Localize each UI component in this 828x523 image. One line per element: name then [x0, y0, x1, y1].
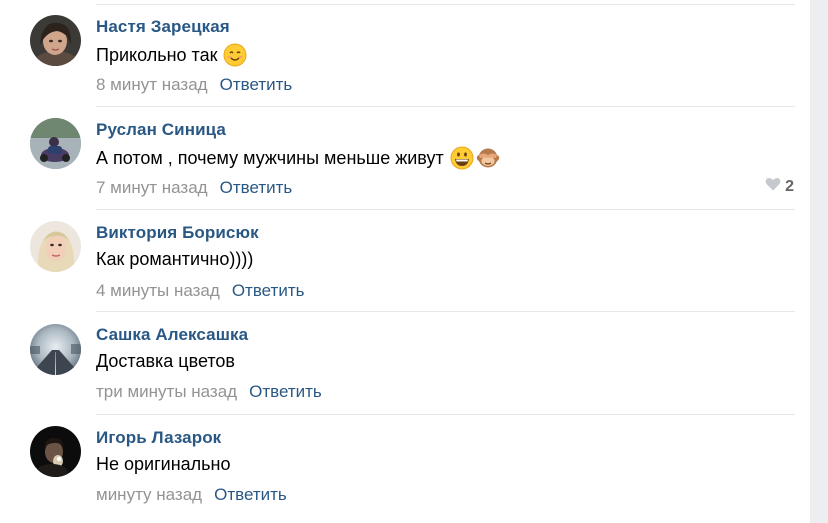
- comment-author[interactable]: Игорь Лазарок: [96, 428, 221, 448]
- like-button[interactable]: 2: [765, 177, 794, 196]
- comment-time[interactable]: три минуты назад: [96, 382, 237, 401]
- comment-meta: три минуты назад Ответить: [96, 382, 322, 402]
- page-edge: [810, 0, 828, 523]
- comment-time[interactable]: 4 минуты назад: [96, 281, 220, 300]
- comment-time[interactable]: минуту назад: [96, 485, 202, 504]
- comment-time[interactable]: 8 минут назад: [96, 75, 208, 94]
- heart-icon: [765, 177, 781, 196]
- avatar[interactable]: [30, 426, 81, 477]
- avatar[interactable]: [30, 221, 81, 272]
- comment-item: Настя Зарецкая Прикольно так 8 минут наз…: [0, 0, 810, 103]
- comment-item: Игорь Лазарок Не оригинально минуту наза…: [0, 412, 810, 515]
- avatar[interactable]: [30, 324, 81, 375]
- comment-meta: минуту назад Ответить: [96, 485, 287, 505]
- comment-text: Доставка цветов: [96, 351, 235, 371]
- reply-button[interactable]: Ответить: [220, 178, 293, 197]
- reply-button[interactable]: Ответить: [249, 382, 322, 401]
- comment-author[interactable]: Сашка Алексашка: [96, 325, 248, 345]
- comment-text-row: Прикольно так: [96, 43, 247, 67]
- comment-meta: 8 минут назад Ответить: [96, 75, 292, 95]
- reply-button[interactable]: Ответить: [214, 485, 287, 504]
- comment-item: Руслан Синица А потом , почему мужчины м…: [0, 103, 810, 206]
- grinning-face-icon: [450, 146, 474, 170]
- comment-item: Виктория Борисюк Как романтично)))) 4 ми…: [0, 206, 810, 309]
- comment-meta: 4 минуты назад Ответить: [96, 281, 304, 301]
- comment-text: Как романтично)))): [96, 249, 254, 269]
- smiling-face-icon: [223, 43, 247, 67]
- comment-author[interactable]: Настя Зарецкая: [96, 17, 230, 37]
- avatar[interactable]: [30, 118, 81, 169]
- comment-text: А потом , почему мужчины меньше живут: [96, 147, 444, 168]
- comment-time[interactable]: 7 минут назад: [96, 178, 208, 197]
- like-count: 2: [785, 177, 794, 195]
- comment-author[interactable]: Руслан Синица: [96, 120, 226, 140]
- comments-panel: Настя Зарецкая Прикольно так 8 минут наз…: [0, 0, 810, 523]
- comment-item: Сашка Алексашка Доставка цветов три мину…: [0, 309, 810, 412]
- comment-text: Прикольно так: [96, 44, 218, 65]
- comment-text-row: Доставка цветов: [96, 351, 235, 372]
- comment-text: Не оригинально: [96, 454, 231, 474]
- comment-text-row: Как романтично)))): [96, 249, 253, 270]
- see-no-evil-monkey-icon: [476, 146, 500, 170]
- avatar[interactable]: [30, 15, 81, 66]
- comment-text-row: Не оригинально: [96, 454, 231, 475]
- comment-author[interactable]: Виктория Борисюк: [96, 223, 259, 243]
- reply-button[interactable]: Ответить: [232, 281, 305, 300]
- comment-text-row: А потом , почему мужчины меньше живут: [96, 146, 500, 170]
- reply-button[interactable]: Ответить: [220, 75, 293, 94]
- comment-meta: 7 минут назад Ответить: [96, 178, 292, 198]
